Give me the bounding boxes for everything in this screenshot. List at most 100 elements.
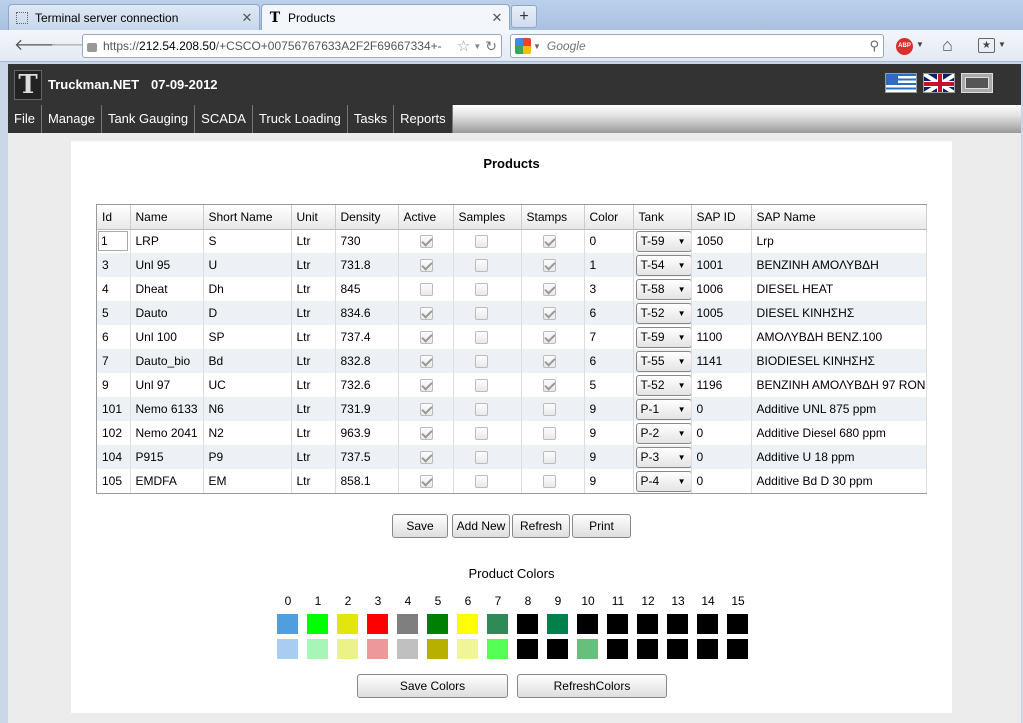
color-swatch-secondary[interactable]	[667, 639, 688, 659]
tank-select[interactable]: P-2 ▼	[635, 422, 690, 444]
dropdown-arrow-icon[interactable]: ▼	[916, 40, 924, 49]
column-header[interactable]: SAP ID	[691, 205, 752, 230]
samples-checkbox[interactable]	[474, 355, 488, 369]
tank-select[interactable]: T-59 ▼	[635, 326, 690, 348]
column-header[interactable]: Color	[584, 205, 634, 230]
stamps-checkbox[interactable]	[542, 403, 556, 417]
samples-checkbox[interactable]	[474, 451, 488, 465]
dropdown-arrow-icon[interactable]: ▼	[998, 40, 1006, 49]
column-header[interactable]: Active	[398, 205, 454, 230]
column-header[interactable]: Name	[130, 205, 204, 230]
color-swatch-primary[interactable]	[607, 614, 628, 634]
url-text[interactable]: https://212.54.208.50/+CSCO+00756767633A…	[103, 39, 455, 53]
greek-flag-icon[interactable]	[885, 73, 917, 93]
back-arrow-icon[interactable]: 🡐	[14, 36, 57, 56]
active-checkbox[interactable]	[419, 475, 433, 489]
forward-arrow-icon[interactable]: 🡒	[50, 36, 93, 56]
color-swatch-secondary[interactable]	[727, 639, 748, 659]
table-row[interactable]: 105 EMDFA EM Ltr 858.1 9 P-4 ▼ 0 Additive Bd D 30…	[97, 469, 927, 493]
dropdown-arrow-icon[interactable]: ▼	[533, 42, 541, 51]
color-swatch-secondary[interactable]	[577, 639, 598, 659]
stamps-checkbox[interactable]	[542, 283, 556, 297]
new-tab-button[interactable]: +	[511, 5, 537, 28]
color-swatch-secondary[interactable]	[397, 639, 418, 659]
samples-checkbox[interactable]	[474, 331, 488, 345]
column-header[interactable]: Stamps	[521, 205, 585, 230]
tank-select[interactable]: T-55 ▼	[635, 350, 690, 372]
color-swatch-secondary[interactable]	[457, 639, 478, 659]
active-checkbox[interactable]	[419, 259, 433, 273]
tank-select[interactable]: T-59 ▼	[635, 230, 690, 252]
menu-file[interactable]: File	[8, 105, 42, 133]
color-swatch-primary[interactable]	[307, 614, 328, 634]
stamps-checkbox[interactable]	[542, 451, 556, 465]
tank-select[interactable]: T-52 ▼	[635, 302, 690, 324]
active-checkbox[interactable]	[419, 427, 433, 441]
samples-checkbox[interactable]	[474, 283, 488, 297]
color-swatch-primary[interactable]	[577, 614, 598, 634]
color-swatch-secondary[interactable]	[637, 639, 658, 659]
tank-select[interactable]: T-54 ▼	[635, 254, 690, 276]
active-checkbox[interactable]	[419, 403, 433, 417]
table-row[interactable]: 104 P915 P9 Ltr 737.5 9 P-3 ▼ 0 Additive U 18 ppm	[97, 445, 927, 469]
menu-scada[interactable]: SCADA	[195, 105, 253, 133]
table-row[interactable]: 102 Nemo 2041 N2 Ltr 963.9 9 P-2 ▼ 0 Additive Die…	[97, 421, 927, 445]
stamps-checkbox[interactable]	[542, 475, 556, 489]
samples-checkbox[interactable]	[474, 235, 488, 249]
color-swatch-secondary[interactable]	[517, 639, 538, 659]
active-checkbox[interactable]	[419, 331, 433, 345]
display-settings-icon[interactable]	[961, 73, 993, 93]
save-colors-button[interactable]: Save Colors	[357, 674, 508, 698]
stamps-checkbox[interactable]	[542, 259, 556, 273]
color-swatch-secondary[interactable]	[337, 639, 358, 659]
reload-icon[interactable]: ↻	[485, 38, 497, 55]
column-header[interactable]: SAP Name	[751, 205, 927, 230]
close-icon[interactable]: ✕	[491, 11, 503, 24]
color-swatch-primary[interactable]	[547, 614, 568, 634]
table-row[interactable]: 6 Unl 100 SP Ltr 737.4 7 T-59 ▼ 1100 ΑΜΟΛΥΒΔΗ ΒΕΝ…	[97, 325, 927, 349]
stamps-checkbox[interactable]	[542, 379, 556, 393]
tank-select[interactable]: P-4 ▼	[635, 470, 690, 492]
color-swatch-primary[interactable]	[367, 614, 388, 634]
color-swatch-secondary[interactable]	[547, 639, 568, 659]
column-header[interactable]: Tank	[633, 205, 692, 230]
search-bar[interactable]: ▼ ⚲	[510, 34, 884, 58]
stamps-checkbox[interactable]	[542, 427, 556, 441]
color-swatch-secondary[interactable]	[367, 639, 388, 659]
tank-select[interactable]: P-3 ▼	[635, 446, 690, 468]
samples-checkbox[interactable]	[474, 427, 488, 441]
color-swatch-primary[interactable]	[517, 614, 538, 634]
tank-select[interactable]: T-58 ▼	[635, 278, 690, 300]
table-row[interactable]: 3 Unl 95 U Ltr 731.8 1 T-54 ▼ 1001 ΒΕΝΖΙΝΗ ΑΜΟΛΥΒ…	[97, 253, 927, 277]
color-swatch-primary[interactable]	[457, 614, 478, 634]
active-checkbox[interactable]	[419, 235, 433, 249]
search-input[interactable]	[546, 39, 870, 53]
bookmarks-icon[interactable]: ★	[978, 38, 995, 53]
add-new-button[interactable]: Add New	[452, 514, 510, 538]
color-swatch-secondary[interactable]	[307, 639, 328, 659]
color-swatch-primary[interactable]	[487, 614, 508, 634]
color-swatch-secondary[interactable]	[697, 639, 718, 659]
cell-id[interactable]: 1	[98, 231, 128, 252]
stamps-checkbox[interactable]	[542, 307, 556, 321]
color-swatch-primary[interactable]	[637, 614, 658, 634]
active-checkbox[interactable]	[419, 283, 433, 297]
column-header[interactable]: Short Name	[203, 205, 292, 230]
color-swatch-primary[interactable]	[397, 614, 418, 634]
table-row[interactable]: 7 Dauto_bio Bd Ltr 832.8 6 T-55 ▼ 1141 BIODIESEL …	[97, 349, 927, 373]
column-header[interactable]: Density	[335, 205, 399, 230]
color-swatch-secondary[interactable]	[487, 639, 508, 659]
star-icon[interactable]: ☆	[457, 37, 470, 55]
stamps-checkbox[interactable]	[542, 235, 556, 249]
column-header[interactable]: Unit	[291, 205, 336, 230]
column-header[interactable]: Samples	[453, 205, 522, 230]
menu-reports[interactable]: Reports	[394, 105, 453, 133]
samples-checkbox[interactable]	[474, 379, 488, 393]
color-swatch-primary[interactable]	[667, 614, 688, 634]
dropdown-arrow-icon[interactable]: ▼	[473, 42, 481, 51]
active-checkbox[interactable]	[419, 451, 433, 465]
color-swatch-primary[interactable]	[427, 614, 448, 634]
table-row[interactable]: 4 Dheat Dh Ltr 845 3 T-58 ▼ 1006 DIESEL HEAT	[97, 277, 927, 301]
color-swatch-secondary[interactable]	[427, 639, 448, 659]
menu-manage[interactable]: Manage	[42, 105, 102, 133]
